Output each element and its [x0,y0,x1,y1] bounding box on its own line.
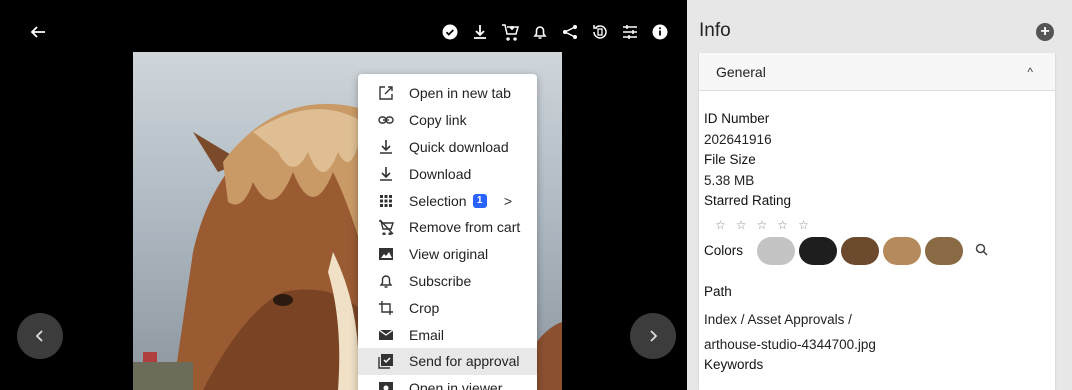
menu-selection[interactable]: Selection 1 > [358,187,537,214]
bell-icon [533,26,547,39]
approve-button[interactable] [437,20,463,44]
menu-item-label: Email [409,326,445,343]
asset-viewer: Open in new tab Copy link Quick download… [0,0,687,390]
menu-open-in-new-tab[interactable]: Open in new tab [358,80,537,107]
menu-crop[interactable]: Crop [358,294,537,321]
color-swatch[interactable] [757,236,796,265]
add-to-cart-icon [502,24,519,41]
path-link[interactable]: Index / Asset Approvals / [704,310,1055,331]
menu-remove-from-cart[interactable]: Remove from cart [358,214,537,241]
adjust-button[interactable] [617,20,643,44]
remove-cart-icon [376,218,396,236]
chevron-right-icon: > [503,192,512,209]
grid-icon [376,192,396,210]
star-icon[interactable]: ☆ [736,218,747,232]
color-swatch[interactable] [799,236,838,265]
star-icon[interactable]: ☆ [777,218,788,232]
share-button[interactable] [557,20,583,44]
menu-download[interactable]: Download [358,160,537,187]
download-button[interactable] [467,20,493,44]
info-icon [652,24,668,40]
crop-icon [376,299,396,317]
arrow-left-icon [30,26,45,38]
viewer-icon [376,379,396,390]
starred-rating-label: Starred Rating [704,193,792,208]
selection-count-badge: 1 [472,193,487,208]
next-asset-button[interactable] [630,313,676,359]
menu-view-original[interactable]: View original [358,241,537,268]
info-title: Info [699,20,731,41]
mail-icon [376,326,396,344]
chevron-up-icon: ^ [1027,65,1033,79]
viewer-toolbar [433,20,673,44]
color-swatch[interactable] [925,236,964,265]
chevron-right-icon [650,330,658,342]
general-section-header[interactable]: General ^ [699,53,1055,91]
subscribe-button[interactable] [527,20,553,44]
menu-item-label: Download [409,165,472,182]
menu-item-label: Crop [409,299,440,316]
link-icon [376,111,396,129]
id-number-label: ID Number [704,111,770,126]
menu-item-label: Remove from cart [409,219,521,236]
id-number-value: 202641916 [704,131,772,147]
share-icon [563,25,577,39]
info-button[interactable] [647,20,673,44]
color-swatch[interactable] [883,236,922,265]
rotate-button[interactable] [587,20,613,44]
download-icon [376,138,396,156]
keywords-label: Keywords [704,357,764,372]
image-icon [376,245,396,263]
download-icon [376,165,396,183]
menu-item-label: View original [409,246,489,263]
add-circle-icon[interactable]: + [1036,23,1054,41]
colors-label: Colors [704,243,744,258]
menu-send-for-approval[interactable]: Send for approval [358,347,537,375]
section-title: General [716,63,766,80]
download-icon [474,25,486,39]
menu-item-label: Open in viewer [409,380,503,390]
rotate-icon [593,25,607,39]
add-to-cart-button[interactable] [497,20,523,44]
menu-item-label: Subscribe [409,272,472,289]
file-size-value: 5.38 MB [704,172,755,188]
path-label: Path [704,283,732,299]
info-panel: Info + General ^ ID Number 202641916 Fil… [687,0,1072,390]
menu-item-label: Quick download [409,138,509,155]
chevron-left-icon [35,330,43,342]
star-rating: ☆ ☆ ☆ ☆ ☆ [715,216,1055,234]
colors-row: Colors [704,236,1055,266]
menu-item-label: Selection [409,192,467,209]
open-in-new-icon [376,84,396,102]
check-circle-icon [442,24,458,40]
star-icon[interactable]: ☆ [715,218,726,232]
menu-item-label: Copy link [409,112,467,129]
back-button[interactable] [26,20,50,44]
menu-item-label: Open in new tab [409,85,511,102]
menu-copy-link[interactable]: Copy link [358,107,537,134]
search-icon[interactable] [975,243,988,259]
menu-open-in-viewer[interactable]: Open in viewer [358,375,537,390]
star-icon[interactable]: ☆ [798,218,809,232]
file-name: arthouse-studio-4344700.jpg [704,336,876,352]
menu-item-label: Send for approval [409,353,520,370]
menu-quick-download[interactable]: Quick download [358,134,537,161]
bell-icon [376,272,396,290]
sliders-icon [623,25,637,39]
menu-subscribe[interactable]: Subscribe [358,268,537,295]
context-menu: Open in new tab Copy link Quick download… [358,74,537,390]
star-icon[interactable]: ☆ [757,218,768,232]
menu-email[interactable]: Email [358,321,537,348]
color-swatch[interactable] [841,236,880,265]
general-section: General ^ ID Number 202641916 File Size … [699,53,1055,390]
approval-icon [376,352,396,370]
file-size-label: File Size [704,152,756,167]
previous-asset-button[interactable] [17,313,63,359]
